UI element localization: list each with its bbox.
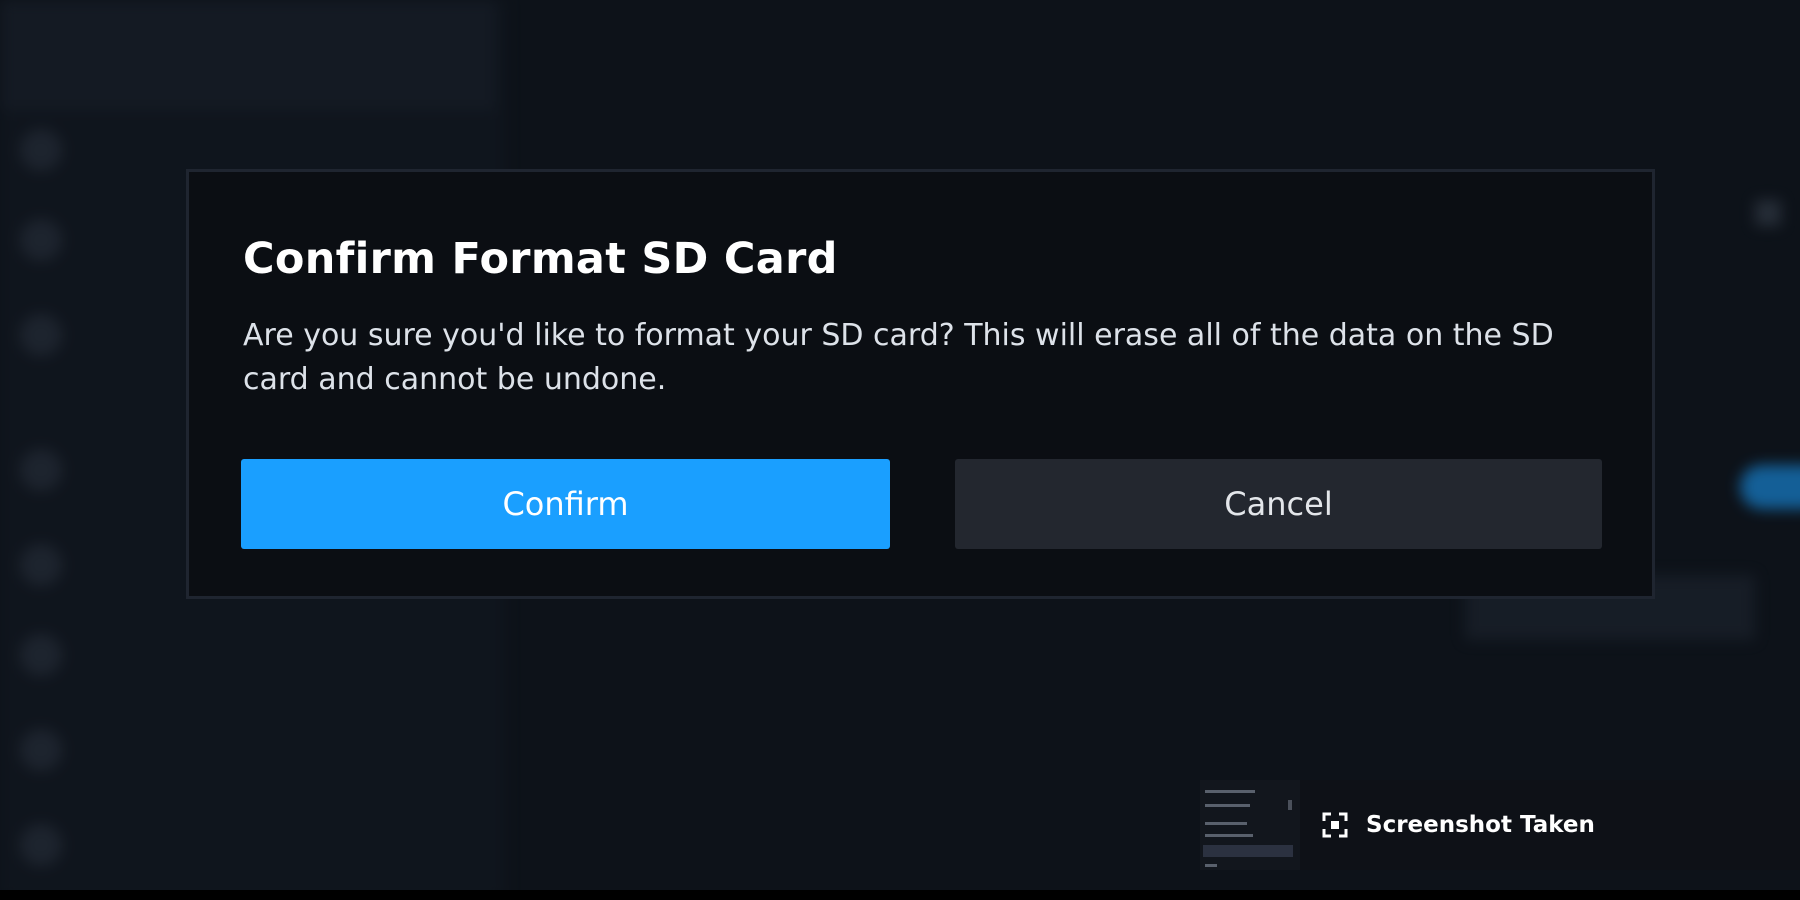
thumbnail-line	[1205, 834, 1253, 837]
background-toggle	[1740, 465, 1800, 509]
background-nav-icon	[20, 449, 62, 491]
background-nav-icon	[20, 129, 62, 171]
background-nav-item	[20, 720, 480, 780]
screenshot-toast[interactable]: Screenshot Taken	[1200, 780, 1800, 870]
thumbnail-separator	[1288, 800, 1292, 810]
screen: Confirm Format SD Card Are you sure you'…	[0, 0, 1800, 900]
thumbnail-line	[1205, 864, 1217, 867]
bottom-bar	[0, 890, 1800, 900]
confirm-button[interactable]: Confirm	[241, 459, 890, 549]
screenshot-icon	[1322, 812, 1348, 838]
thumbnail-highlight	[1203, 845, 1293, 857]
background-nav-item	[20, 625, 480, 685]
dialog-message: Are you sure you'd like to format your S…	[243, 318, 1554, 397]
dialog-title: Confirm Format SD Card	[243, 234, 838, 284]
thumbnail-line	[1205, 804, 1250, 807]
background-nav-icon	[20, 219, 62, 261]
background-nav-icon	[20, 314, 62, 356]
background-nav-icon	[20, 544, 62, 586]
confirm-format-dialog: Confirm Format SD Card Are you sure you'…	[186, 169, 1655, 599]
background-nav-icon	[20, 729, 62, 771]
cancel-button[interactable]: Cancel	[955, 459, 1602, 549]
thumbnail-line	[1205, 790, 1255, 793]
screenshot-thumbnail	[1200, 780, 1300, 870]
background-caret	[1755, 200, 1781, 226]
background-nav-item	[20, 815, 480, 875]
toast-message: Screenshot Taken	[1366, 812, 1595, 838]
thumbnail-line	[1205, 822, 1247, 825]
background-sidebar-selected	[0, 0, 495, 110]
background-nav-icon	[20, 824, 62, 866]
background-nav-icon	[20, 634, 62, 676]
